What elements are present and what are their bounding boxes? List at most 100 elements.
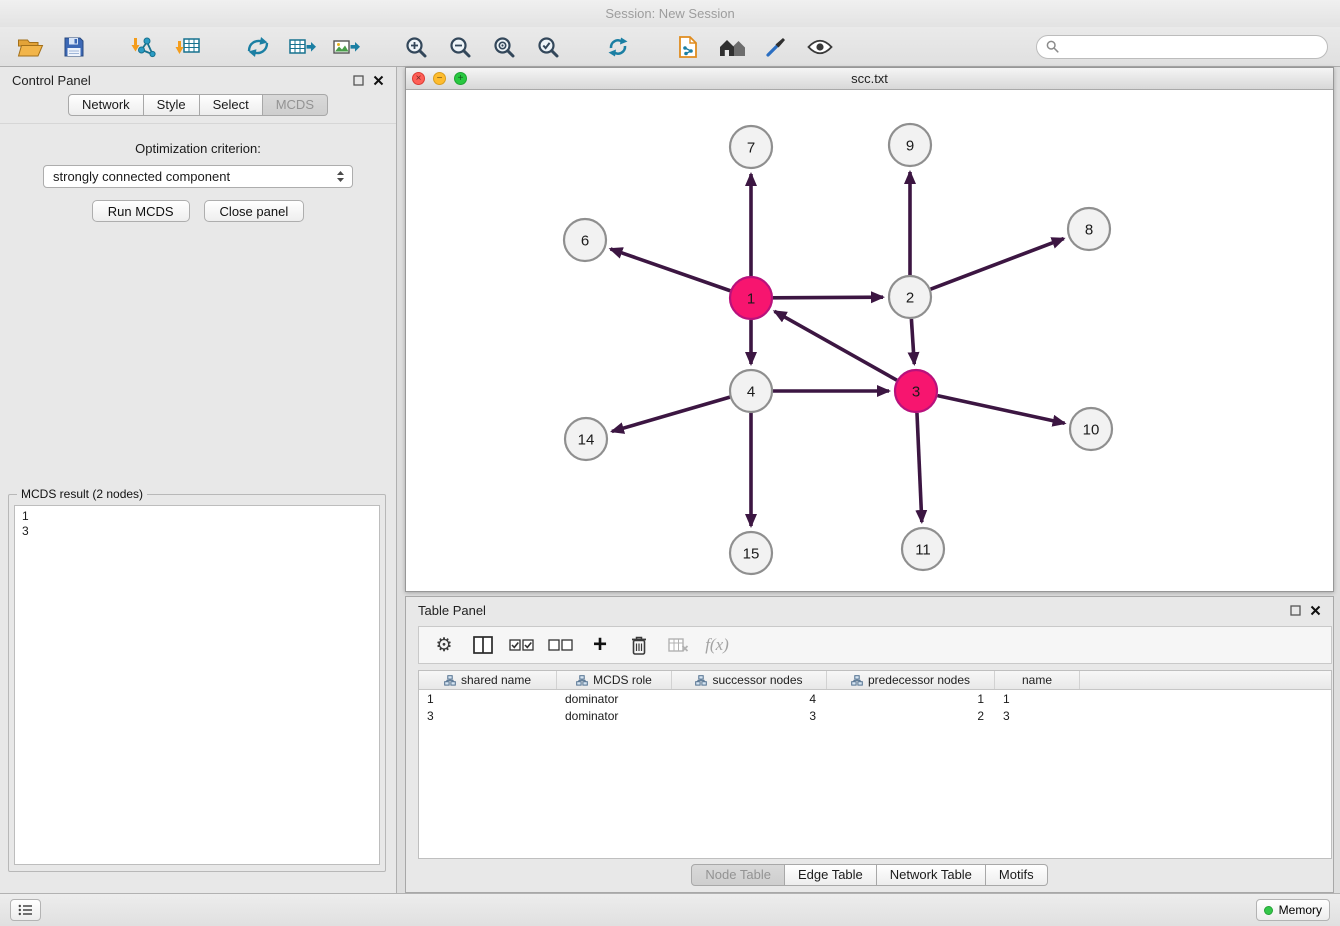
window-zoom-button[interactable]: + [454,72,467,85]
result-line: 1 [15,506,379,524]
tab-select[interactable]: Select [200,94,263,116]
node-15[interactable]: 15 [730,532,772,574]
network-graph[interactable]: 7 9 6 8 1 2 4 3 14 10 15 11 [406,90,1333,591]
network-canvas-container: 7 9 6 8 1 2 4 3 14 10 15 11 [406,90,1333,591]
control-panel: Control Panel Network Style Select MCDS [0,67,397,893]
tab-edge-table[interactable]: Edge Table [785,864,877,886]
fx-label: f(x) [705,635,729,655]
column-header-shared-name[interactable]: shared name [419,671,557,689]
node-label: 3 [912,384,920,401]
node-9[interactable]: 9 [889,124,931,166]
node-6[interactable]: 6 [564,219,606,261]
houses-icon [718,36,746,58]
wand-button[interactable] [758,30,794,64]
table-panel-float-button[interactable] [1290,605,1301,616]
tab-style[interactable]: Style [144,94,200,116]
eye-button[interactable] [802,30,838,64]
node-1[interactable]: 1 [730,277,772,319]
refresh-network-button[interactable] [600,30,636,64]
table-row[interactable]: 3 dominator 3 2 3 [419,707,1331,724]
edge-2-8[interactable] [931,239,1064,290]
zoom-fit-button[interactable] [486,30,522,64]
cell-predecessor-nodes[interactable]: 2 [827,709,995,723]
deselect-all-button[interactable] [546,630,576,660]
zoom-selected-button[interactable] [530,30,566,64]
node-2[interactable]: 2 [889,276,931,318]
node-14[interactable]: 14 [565,418,607,460]
export-table-button[interactable] [284,30,320,64]
control-panel-close-button[interactable] [373,75,384,86]
edge-1-2[interactable] [773,297,883,298]
export-network-button[interactable] [240,30,276,64]
edge-3-11[interactable] [917,413,922,522]
houses-button[interactable] [714,30,750,64]
node-11[interactable]: 11 [902,528,944,570]
cell-shared-name[interactable]: 3 [419,709,557,723]
tab-network-table[interactable]: Network Table [877,864,986,886]
show-columns-button[interactable] [468,630,498,660]
export-image-icon [332,36,360,58]
column-header-predecessor-nodes[interactable]: predecessor nodes [827,671,995,689]
cell-predecessor-nodes[interactable]: 1 [827,692,995,706]
tab-mcds[interactable]: MCDS [263,94,328,116]
tab-node-table[interactable]: Node Table [691,864,785,886]
clipboard-network-button[interactable] [670,30,706,64]
window-close-button[interactable]: × [412,72,425,85]
delete-table-button[interactable] [663,630,693,660]
import-table-button[interactable] [170,30,206,64]
open-session-button[interactable] [12,30,48,64]
mcds-result-list[interactable]: 1 3 [14,505,380,865]
edge-4-14[interactable] [612,397,730,431]
node-label: 15 [743,546,760,563]
window-minimize-button[interactable]: − [433,72,446,85]
search-box[interactable] [1036,35,1328,59]
cell-name[interactable]: 3 [995,709,1080,723]
close-panel-button[interactable]: Close panel [204,200,305,222]
network-window-titlebar[interactable]: × − + scc.txt [406,68,1333,90]
apply-function-button[interactable]: f(x) [702,630,732,660]
cell-mcds-role[interactable]: dominator [557,692,672,706]
edge-3-10[interactable] [937,396,1064,424]
save-session-button[interactable] [56,30,92,64]
zoom-out-button[interactable] [442,30,478,64]
search-input[interactable] [1065,39,1318,54]
cell-successor-nodes[interactable]: 3 [672,709,827,723]
tab-motifs[interactable]: Motifs [986,864,1048,886]
run-mcds-button[interactable]: Run MCDS [92,200,190,222]
select-all-button[interactable] [507,630,537,660]
criterion-select[interactable]: strongly connected component [43,165,353,188]
column-header-successor-nodes[interactable]: successor nodes [672,671,827,689]
node-8[interactable]: 8 [1068,208,1110,250]
zoom-in-button[interactable] [398,30,434,64]
tasks-button[interactable] [10,899,41,921]
node-7[interactable]: 7 [730,126,772,168]
edge-1-6[interactable] [610,249,730,291]
mcds-result-group: MCDS result (2 nodes) 1 3 [8,494,386,872]
cell-name[interactable]: 1 [995,692,1080,706]
export-image-button[interactable] [328,30,364,64]
cell-successor-nodes[interactable]: 4 [672,692,827,706]
tab-network[interactable]: Network [68,94,144,116]
table-row[interactable]: 1 dominator 4 1 1 [419,690,1331,707]
share-arrows-icon [245,35,271,59]
node-10[interactable]: 10 [1070,408,1112,450]
edge-3-1[interactable] [775,311,897,380]
control-panel-float-button[interactable] [353,75,364,86]
node-3[interactable]: 3 [895,370,937,412]
network-window: × − + scc.txt 7 9 6 8 1 2 4 3 14 10 15 11 [405,67,1334,592]
column-header-mcds-role[interactable]: MCDS role [557,671,672,689]
delete-column-button[interactable] [624,630,654,660]
memory-button[interactable]: Memory [1256,899,1330,921]
import-network-button[interactable] [126,30,162,64]
table-panel-close-button[interactable] [1310,605,1321,616]
cell-shared-name[interactable]: 1 [419,692,557,706]
add-column-button[interactable]: + [585,630,615,660]
node-label: 6 [581,233,589,250]
node-4[interactable]: 4 [730,370,772,412]
unchecked-boxes-icon [548,638,574,652]
table-mode-button[interactable]: ⚙ [429,630,459,660]
cell-mcds-role[interactable]: dominator [557,709,672,723]
column-header-name[interactable]: name [995,671,1080,689]
table-toolbar: ⚙ [418,626,1332,664]
edge-2-3[interactable] [911,319,914,364]
